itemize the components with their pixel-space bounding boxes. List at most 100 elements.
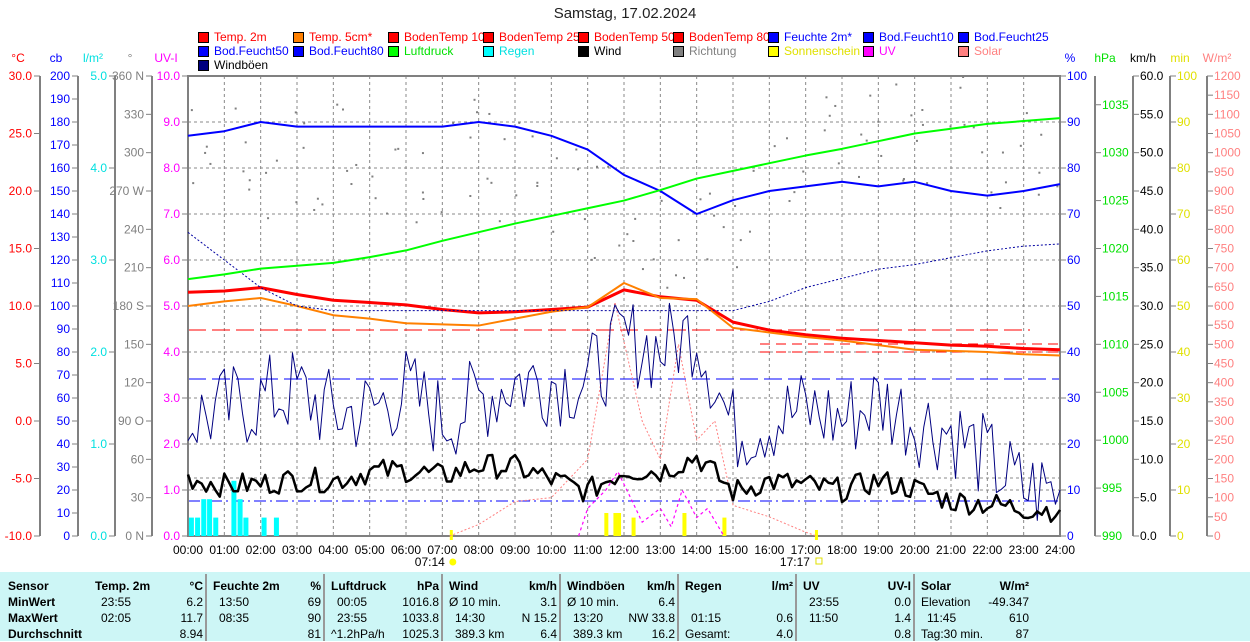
rain-bar [237,499,243,536]
direction-dot [713,214,716,217]
direction-dot [963,123,966,126]
axis-label-kmh: 20.0 [1140,376,1164,390]
axis-label-wm2: 400 [1214,376,1234,390]
rain-bar [201,499,207,536]
row-label-text: MinWert [8,595,56,609]
x-tick-label: 05:00 [355,543,385,557]
axis-label-uv: 4.0 [163,345,180,359]
direction-dot [488,112,491,115]
direction-dot [734,205,737,208]
axis-label-cb: 0 [63,529,70,543]
direction-dot [722,226,725,229]
stat-header: Luftdruck hPa [331,578,439,594]
axis-label-cb: 30 [57,460,71,474]
direction-dot [865,139,868,142]
axis-label-dir: 60 [131,452,145,466]
direction-dot [486,177,489,180]
column-separator [441,574,443,641]
direction-dot [552,230,555,233]
axis-label-min: 50 [1177,299,1191,313]
sunset-icon [815,557,823,565]
axis-label-uv: 6.0 [163,253,180,267]
direction-dot [1037,193,1040,196]
column-separator [913,574,915,641]
direction-dot [302,146,305,149]
stat-time: 23:55 [337,611,368,625]
axis-label-cb: 10 [57,506,71,520]
sunshine-bar [682,513,687,536]
axis-label-cb: 20 [57,483,71,497]
axis-label-wm2: 600 [1214,299,1234,313]
direction-dot [469,195,472,198]
axis-label-wm2: 800 [1214,222,1234,236]
axis-label-hpa: 1035 [1102,98,1129,112]
axis-label-rain: 5.0 [90,69,107,83]
axis-label-uv: 2.0 [163,437,180,451]
axis-label-wm2: 100 [1214,491,1234,505]
axis-label-uv: 0.0 [163,529,180,543]
axis-label-hum: 60 [1067,253,1081,267]
column-separator [205,574,207,641]
stat-time: Elevation [921,595,971,609]
axis-label-hum: 100 [1067,69,1087,83]
axis-label-min: 30 [1177,391,1191,405]
direction-dot [823,129,826,132]
x-tick-label: 11:00 [573,543,602,557]
axis-label-kmh: 60.0 [1140,69,1164,83]
stat-row: Gesamt: 4.0 [685,626,793,642]
stat-title: Solar [921,579,952,593]
direction-dot [346,169,349,172]
axis-label-cb: 40 [57,437,71,451]
direction-dot [342,108,345,111]
stat-unit: km/h [646,579,675,593]
stat-row: 14:30 N 15.2 [449,610,557,626]
direction-dot [555,157,558,160]
axis-label-hum: 50 [1067,299,1081,313]
stat-row: 23:55 0.0 [803,594,911,610]
stat-value: NW 33.8 [628,611,675,625]
direction-dot [422,197,425,200]
axis-label-wm2: 300 [1214,414,1234,428]
rain-bar [188,517,194,536]
direction-dot [295,201,298,204]
direction-dot [590,258,593,261]
stat-row: 00:05 1016.8 [331,594,439,610]
rain-bar [261,517,267,536]
axis-label-rain: 3.0 [90,253,107,267]
sunshine-bar [722,517,727,536]
direction-dot [915,139,918,142]
axis-label-dir: 0 N [125,529,144,543]
direction-dot [205,145,208,148]
direction-dot [244,141,247,144]
stat-title: Windböen [567,579,625,593]
axis-label-min: 80 [1177,161,1191,175]
axis-label-cb: 190 [50,92,70,106]
stat-time: 13:20 [573,611,604,625]
direction-dot [837,162,840,165]
stat-header: Solar W/m² [921,578,1029,594]
stat-unit: l/m² [771,579,793,593]
stat-section: Regen l/m² 01:15 0.6 Gesamt: 4.0 [685,578,793,642]
axis-label-cb: 100 [50,299,70,313]
stat-unit: °C [189,579,203,593]
direction-dot [683,276,686,279]
direction-dot [575,148,578,151]
direction-dot [490,181,493,184]
axis-label-wm2: 750 [1214,242,1234,256]
direction-dot [902,178,905,181]
x-tick-label: 20:00 [900,543,930,557]
stat-section: Solar W/m² Elevation -49.347 11:45 610 Tag:30 … [921,578,1029,642]
direction-dot [634,217,637,220]
axis-label-hpa: 1020 [1102,242,1129,256]
direction-dot [607,165,610,168]
axis-label-hum: 90 [1067,115,1081,129]
direction-dot [469,136,472,139]
axis-label-hpa: 990 [1102,529,1122,543]
direction-dot [234,107,237,110]
stat-time: 14:30 [455,611,486,625]
axis-label-kmh: 0.0 [1140,529,1157,543]
axis-label-min: 20 [1177,437,1191,451]
stat-unit: km/h [528,579,557,593]
axis-label-rain: 0.0 [90,529,107,543]
x-tick-label: 24:00 [1045,543,1075,557]
